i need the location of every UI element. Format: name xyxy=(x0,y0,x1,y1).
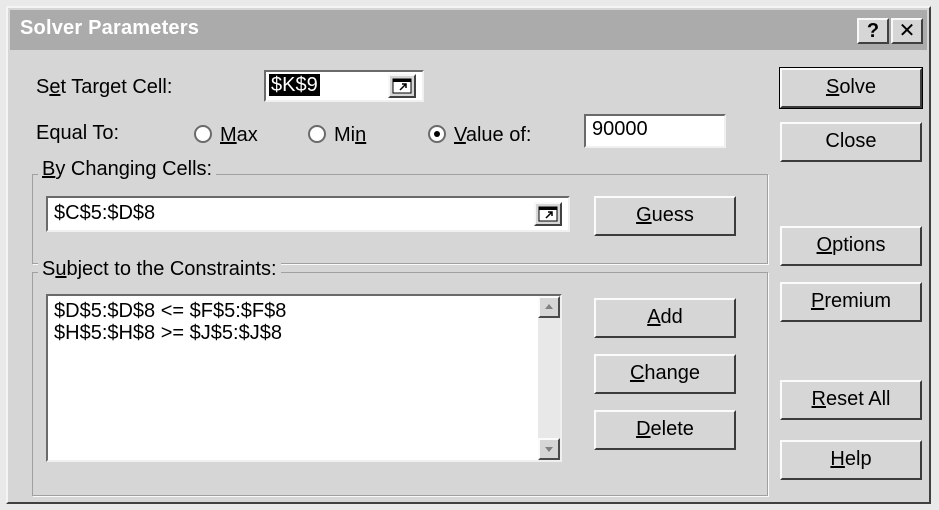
target-cell-label: Set Target Cell: xyxy=(36,76,173,98)
help-title-button[interactable]: ? xyxy=(857,18,889,44)
constraint-item[interactable]: $H$5:$H$8 >= $J$5:$J$8 xyxy=(54,322,282,345)
constraints-list[interactable]: $D$5:$D$8 <= $F$5:$F$8 $H$5:$H$8 >= $J$5… xyxy=(46,294,562,462)
constraints-scrollbar[interactable] xyxy=(538,296,560,460)
title-bar: Solver Parameters ? ✕ xyxy=(10,10,927,50)
solver-parameters-dialog: Solver Parameters ? ✕ Set Target Cell: $… xyxy=(6,6,931,504)
equal-to-label: Equal To: xyxy=(36,122,120,144)
changing-cells-label: By Changing Cells: xyxy=(38,158,217,181)
max-label: Max xyxy=(220,124,258,146)
help-button[interactable]: Help xyxy=(780,440,922,480)
target-cell-value: $K$9 xyxy=(269,74,320,96)
delete-button[interactable]: Delete xyxy=(594,410,736,450)
max-radio[interactable] xyxy=(194,125,212,143)
scroll-down-button[interactable] xyxy=(538,438,560,460)
value-of-input[interactable]: 90000 xyxy=(584,114,726,148)
add-button[interactable]: Add xyxy=(594,298,736,338)
question-mark-icon: ? xyxy=(866,20,880,42)
constraints-label: Subject to the Constraints: xyxy=(38,258,281,281)
arrow-down-icon xyxy=(545,447,553,452)
options-button[interactable]: Options xyxy=(780,226,922,266)
guess-button[interactable]: Guess xyxy=(594,196,736,236)
constraint-item[interactable]: $D$5:$D$8 <= $F$5:$F$8 xyxy=(54,300,286,323)
value-of-radio[interactable] xyxy=(428,125,446,143)
solve-button[interactable]: Solve xyxy=(779,67,923,109)
close-title-button[interactable]: ✕ xyxy=(891,18,923,44)
changing-cells-field[interactable]: $C$5:$D$8 xyxy=(46,196,570,232)
min-label: Min xyxy=(334,124,367,146)
reset-all-button[interactable]: Reset All xyxy=(780,380,922,420)
collapse-dialog-icon xyxy=(538,206,558,222)
changing-cells-value: $C$5:$D$8 xyxy=(54,202,156,224)
value-of-text: 90000 xyxy=(592,118,648,140)
window-title: Solver Parameters xyxy=(20,17,200,39)
min-radio[interactable] xyxy=(308,125,326,143)
changing-cells-ref-button[interactable] xyxy=(534,202,562,226)
collapse-dialog-icon xyxy=(392,78,412,94)
change-button[interactable]: Change xyxy=(594,354,736,394)
close-icon: ✕ xyxy=(898,20,916,42)
value-of-label: Value of: xyxy=(454,124,532,146)
close-button[interactable]: Close xyxy=(780,122,922,162)
target-cell-ref-button[interactable] xyxy=(388,74,416,98)
arrow-up-icon xyxy=(545,304,553,309)
premium-button[interactable]: Premium xyxy=(780,282,922,322)
scroll-up-button[interactable] xyxy=(538,296,560,318)
